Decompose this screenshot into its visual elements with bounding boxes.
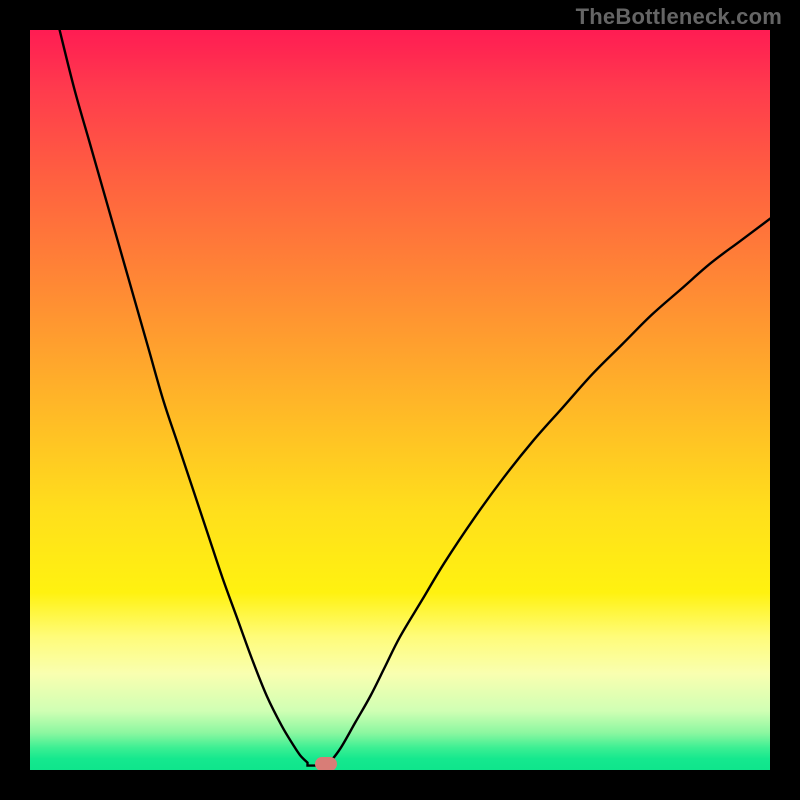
minimum-marker [315,757,337,770]
chart-frame: TheBottleneck.com [0,0,800,800]
watermark-text: TheBottleneck.com [576,4,782,30]
curve-svg [30,30,770,770]
plot-area [30,30,770,770]
bottleneck-curve [60,30,770,766]
